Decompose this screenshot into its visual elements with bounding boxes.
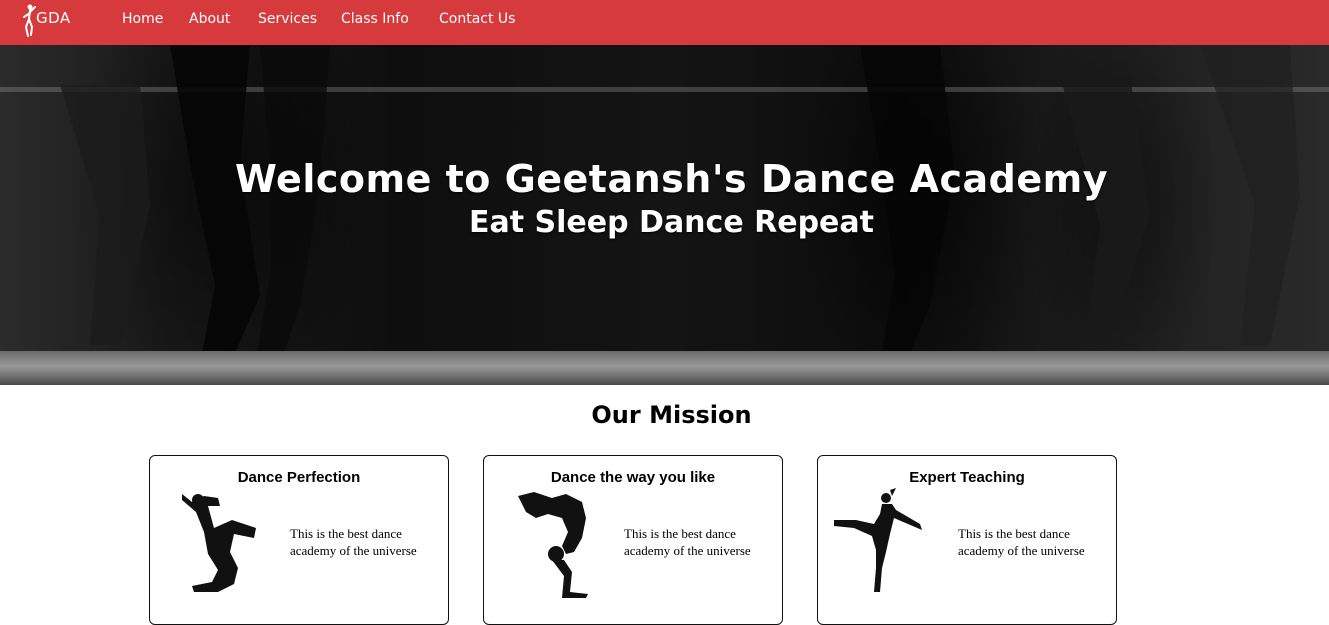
card-text: This is the best dance academy of the un…: [624, 526, 751, 558]
nav-class-info[interactable]: Class Info: [341, 11, 409, 27]
logo-link[interactable]: GDA: [22, 3, 82, 37]
nav-contact-us[interactable]: Contact Us: [439, 11, 515, 27]
jumping-dancer-icon: [182, 494, 256, 592]
ballet-dancer-icon: [834, 488, 922, 592]
hero-banner: Welcome to Geetansh's Dance Academy Eat …: [0, 45, 1329, 385]
mission-card-expert-teaching: Expert Teaching This is the best dance a…: [817, 455, 1117, 625]
dancer-logo-icon: [23, 4, 36, 37]
card-title: Expert Teaching: [909, 469, 1025, 486]
card-text: This is the best dance academy of the un…: [958, 526, 1085, 558]
logo-text: GDA: [36, 9, 71, 27]
nav-services[interactable]: Services: [258, 11, 317, 27]
mission-card-dance-the-way-you-like: Dance the way you like This is the best …: [483, 455, 783, 625]
nav-about[interactable]: About: [189, 11, 230, 27]
mission-card-dance-perfection: Dance Perfection This is the best dance …: [149, 455, 449, 625]
nav-home[interactable]: Home: [122, 11, 163, 27]
card-text: This is the best dance academy of the un…: [290, 526, 417, 558]
navbar: GDA Home About Services Class Info Conta…: [0, 0, 1329, 45]
hero-floor: [0, 351, 1329, 385]
breakdancer-icon: [518, 492, 588, 598]
hero-title: Welcome to Geetansh's Dance Academy: [234, 157, 1109, 201]
mission-title: Our Mission: [591, 401, 752, 429]
hero-subtitle: Eat Sleep Dance Repeat: [469, 205, 874, 240]
card-title: Dance the way you like: [550, 469, 716, 486]
card-title: Dance Perfection: [237, 469, 361, 486]
